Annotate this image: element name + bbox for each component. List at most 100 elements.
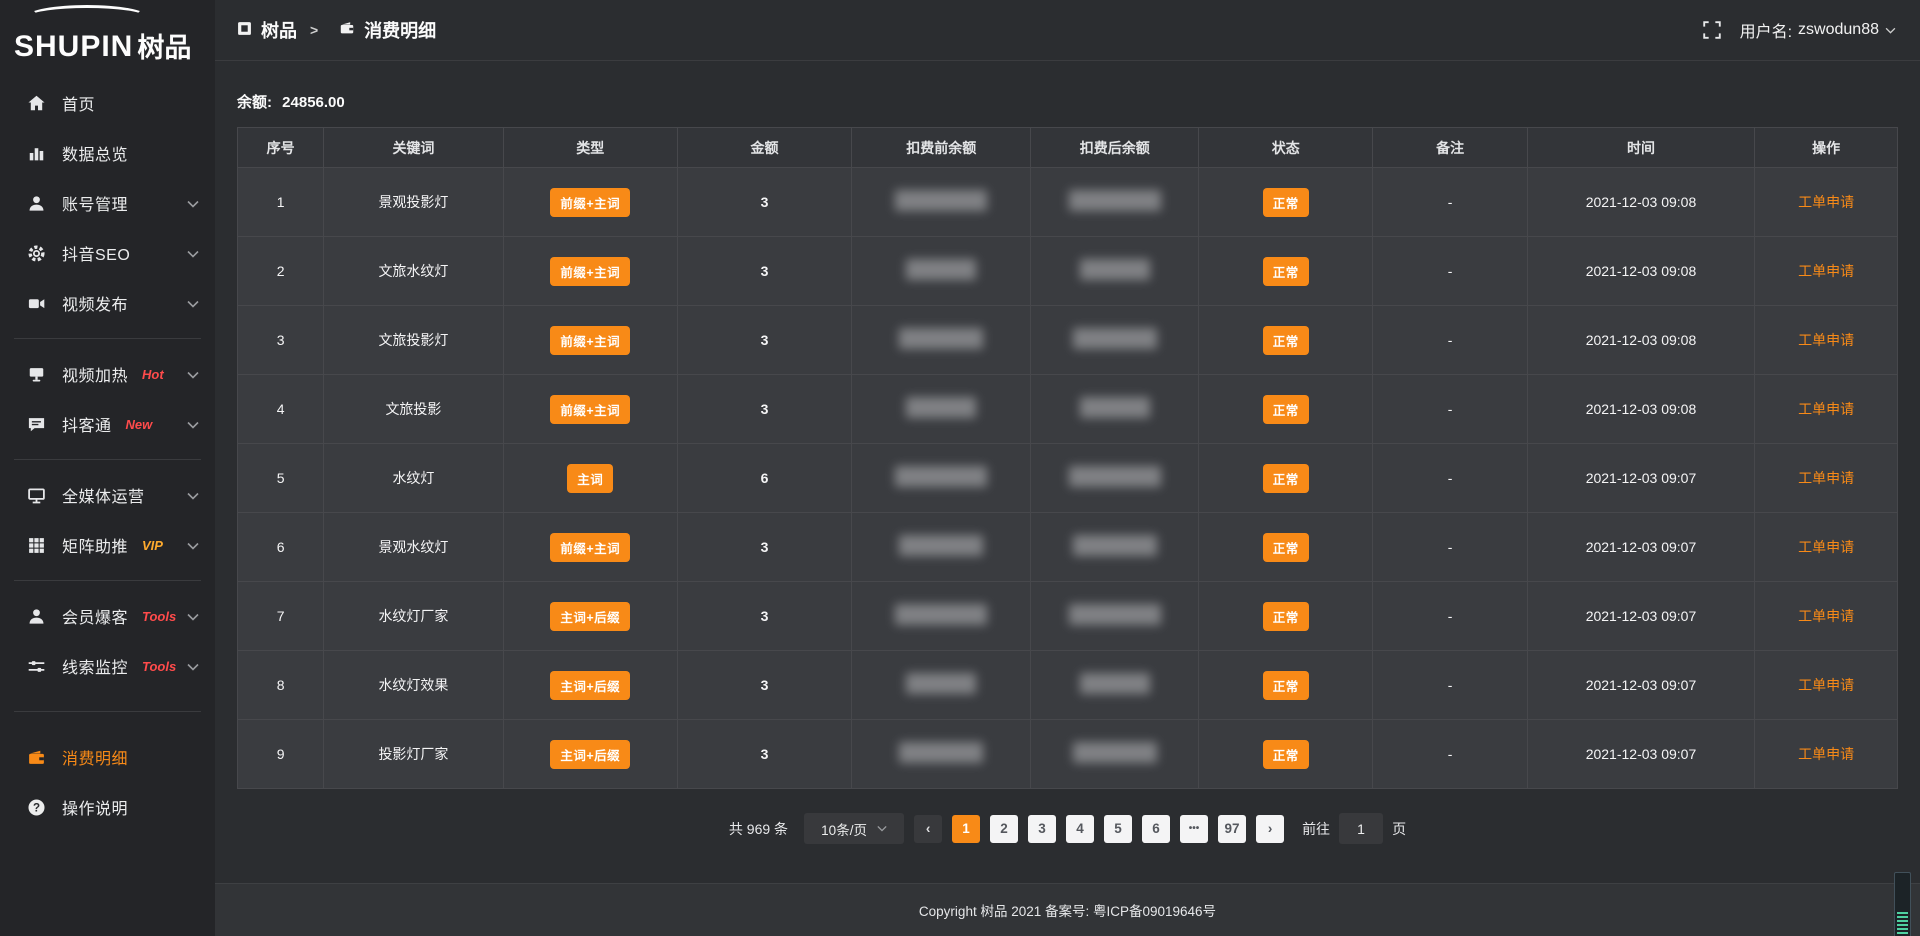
cell-status: 正常 [1199,582,1373,651]
col-keyword: 关键词 [324,128,503,168]
cell-index: 6 [238,513,324,582]
cell-keyword: 水纹灯效果 [324,651,503,720]
sidebar-item-douketong[interactable]: 抖客通 New [0,399,215,449]
page-button-6[interactable]: 6 [1142,815,1170,843]
sidebar: SHUPIN 树品 首页 数据总览 账号管理 [0,0,215,936]
cell-status: 正常 [1199,375,1373,444]
work-order-link[interactable]: 工单申请 [1798,194,1854,210]
cell-index: 4 [238,375,324,444]
cell-amount: 3 [677,375,851,444]
col-index: 序号 [238,128,324,168]
sidebar-item-media-operation[interactable]: 全媒体运营 [0,470,215,520]
next-page-button[interactable]: › [1256,815,1284,843]
col-type: 类型 [503,128,677,168]
chevron-down-icon [187,295,199,311]
sidebar-item-home[interactable]: 首页 [0,78,215,128]
cell-index: 3 [238,306,324,375]
redacted-value [1080,259,1150,280]
prev-page-button[interactable]: ‹ [914,815,942,843]
tools-tag: Tools [142,609,176,624]
sidebar-item-label: 操作说明 [62,795,128,819]
table-row: 1 景观投影灯 前缀+主词 3 正常 - 2021-12-03 09:08 工单… [238,168,1898,237]
goto-page-input[interactable] [1339,813,1383,844]
cell-type: 主词 [503,444,677,513]
chevron-down-icon [877,825,887,832]
work-order-link[interactable]: 工单申请 [1798,401,1854,417]
sidebar-nav: 首页 数据总览 账号管理 抖音 [0,62,215,832]
cell-action: 工单申请 [1755,513,1898,582]
cell-keyword: 景观投影灯 [324,168,503,237]
cell-action: 工单申请 [1755,306,1898,375]
cell-keyword: 文旅投影灯 [324,306,503,375]
sidebar-item-label: 数据总览 [62,141,128,165]
sidebar-item-matrix-boost[interactable]: 矩阵助推 VIP [0,520,215,570]
table-header-row: 序号 关键词 类型 金额 扣费前余额 扣费后余额 状态 备注 时间 操作 [238,128,1898,168]
cell-remark: - [1373,513,1527,582]
cell-type: 主词+后缀 [503,720,677,789]
type-badge: 主词+后缀 [550,740,630,769]
cell-remark: - [1373,306,1527,375]
sidebar-item-member-burst[interactable]: 会员爆客 Tools [0,591,215,641]
sidebar-item-douyin-seo[interactable]: 抖音SEO [0,228,215,278]
total-count: 共 969 条 [729,819,788,839]
gear-icon [27,244,46,263]
cell-index: 7 [238,582,324,651]
sidebar-item-label: 抖客通 [62,412,112,436]
chevron-down-icon [187,366,199,382]
work-order-link[interactable]: 工单申请 [1798,677,1854,693]
work-order-link[interactable]: 工单申请 [1798,608,1854,624]
type-badge: 主词+后缀 [550,602,630,631]
sidebar-item-label: 矩阵助推 [62,533,128,557]
sidebar-item-clue-monitor[interactable]: 线索监控 Tools [0,641,215,691]
new-tag: New [126,417,153,432]
sidebar-item-help[interactable]: ? 操作说明 [0,782,215,832]
status-badge: 正常 [1263,326,1309,355]
cell-time: 2021-12-03 09:07 [1527,651,1754,720]
page-button-2[interactable]: 2 [990,815,1018,843]
cell-time: 2021-12-03 09:08 [1527,168,1754,237]
sidebar-item-data-overview[interactable]: 数据总览 [0,128,215,178]
page-button-3[interactable]: 3 [1028,815,1056,843]
cell-keyword: 水纹灯 [324,444,503,513]
cell-action: 工单申请 [1755,168,1898,237]
main-area: 树品 > 消费明细 用户名: zswodun88 余额: [215,0,1920,936]
user-menu[interactable]: 用户名: zswodun88 [1740,18,1896,42]
work-order-link[interactable]: 工单申请 [1798,539,1854,555]
fullscreen-icon[interactable] [1702,20,1722,40]
cell-balance-after [1031,237,1199,306]
page-button-1[interactable]: 1 [952,815,980,843]
breadcrumb-root[interactable]: 树品 [261,17,297,43]
breadcrumb: 树品 > 消费明细 [237,17,436,43]
type-badge: 前缀+主词 [550,326,630,355]
cell-status: 正常 [1199,444,1373,513]
page-button-4[interactable]: 4 [1066,815,1094,843]
cell-balance-after [1031,513,1199,582]
work-order-link[interactable]: 工单申请 [1798,746,1854,762]
page-button-97[interactable]: 97 [1218,815,1246,843]
type-badge: 前缀+主词 [550,188,630,217]
sidebar-item-video-heat[interactable]: 视频加热 Hot [0,349,215,399]
cell-type: 前缀+主词 [503,306,677,375]
sidebar-item-video-publish[interactable]: 视频发布 [0,278,215,328]
work-order-link[interactable]: 工单申请 [1798,470,1854,486]
table-row: 2 文旅水纹灯 前缀+主词 3 正常 - 2021-12-03 09:08 工单… [238,237,1898,306]
work-order-link[interactable]: 工单申请 [1798,332,1854,348]
col-time: 时间 [1527,128,1754,168]
chevron-down-icon [187,245,199,261]
page-button-5[interactable]: 5 [1104,815,1132,843]
work-order-link[interactable]: 工单申请 [1798,263,1854,279]
cell-time: 2021-12-03 09:08 [1527,375,1754,444]
ellipsis-button[interactable]: ••• [1180,815,1208,843]
sidebar-item-label: 视频发布 [62,291,128,315]
goto-label: 前往 [1302,819,1330,839]
sidebar-item-account[interactable]: 账号管理 [0,178,215,228]
cell-remark: - [1373,168,1527,237]
sidebar-item-expense-detail[interactable]: 消费明细 [0,732,215,782]
cell-action: 工单申请 [1755,444,1898,513]
page-size-select[interactable]: 10条/页 [804,813,904,844]
table-row: 6 景观水纹灯 前缀+主词 3 正常 - 2021-12-03 09:07 工单… [238,513,1898,582]
scrollbar-artifact[interactable] [1894,872,1911,936]
redacted-value [899,328,983,349]
cell-balance-after [1031,306,1199,375]
app-window: SHUPIN 树品 首页 数据总览 账号管理 [0,0,1920,936]
